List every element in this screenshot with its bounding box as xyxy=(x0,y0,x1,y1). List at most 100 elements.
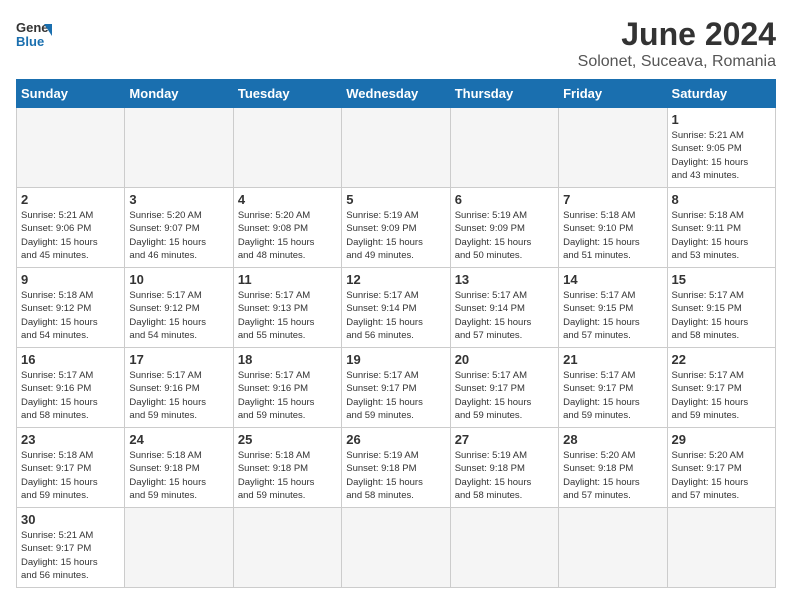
day-info: Sunrise: 5:17 AM Sunset: 9:15 PM Dayligh… xyxy=(672,289,771,342)
calendar-cell: 2 Sunrise: 5:21 AM Sunset: 9:06 PM Daylig… xyxy=(17,188,125,268)
calendar-cell: 25 Sunrise: 5:18 AM Sunset: 9:18 PM Dayli… xyxy=(233,428,341,508)
day-info: Sunrise: 5:17 AM Sunset: 9:17 PM Dayligh… xyxy=(563,369,662,422)
day-number: 14 xyxy=(563,272,662,287)
title-area: June 2024 Solonet, Suceava, Romania xyxy=(578,16,776,71)
day-info: Sunrise: 5:20 AM Sunset: 9:18 PM Dayligh… xyxy=(563,449,662,502)
calendar-cell: 30Sunrise: 5:21 AM Sunset: 9:17 PM Dayli… xyxy=(17,508,125,588)
calendar-week-row: 16 Sunrise: 5:17 AM Sunset: 9:16 PM Dayli… xyxy=(17,348,776,428)
calendar-cell: 24 Sunrise: 5:18 AM Sunset: 9:18 PM Dayli… xyxy=(125,428,233,508)
day-number: 25 xyxy=(238,432,337,447)
calendar-title: June 2024 xyxy=(578,16,776,53)
calendar-cell xyxy=(342,508,450,588)
calendar-cell: 27 Sunrise: 5:19 AM Sunset: 9:18 PM Dayli… xyxy=(450,428,558,508)
day-info: Sunrise: 5:18 AM Sunset: 9:18 PM Dayligh… xyxy=(129,449,228,502)
calendar-cell: 4Sunrise: 5:20 AM Sunset: 9:08 PM Daylig… xyxy=(233,188,341,268)
calendar-cell: 19Sunrise: 5:17 AM Sunset: 9:17 PM Dayli… xyxy=(342,348,450,428)
day-info: Sunrise: 5:17 AM Sunset: 9:15 PM Dayligh… xyxy=(563,289,662,342)
day-number: 21 xyxy=(563,352,662,367)
calendar-cell xyxy=(233,508,341,588)
calendar-cell: 10Sunrise: 5:17 AM Sunset: 9:12 PM Dayli… xyxy=(125,268,233,348)
weekday-header-row: SundayMondayTuesdayWednesdayThursdayFrid… xyxy=(17,80,776,108)
day-info: Sunrise: 5:18 AM Sunset: 9:12 PM Dayligh… xyxy=(21,289,120,342)
day-info: Sunrise: 5:17 AM Sunset: 9:13 PM Dayligh… xyxy=(238,289,337,342)
calendar-cell xyxy=(559,508,667,588)
calendar-cell xyxy=(342,108,450,188)
calendar-cell: 8 Sunrise: 5:18 AM Sunset: 9:11 PM Daylig… xyxy=(667,188,775,268)
day-info: Sunrise: 5:17 AM Sunset: 9:16 PM Dayligh… xyxy=(21,369,120,422)
calendar-cell: 5Sunrise: 5:19 AM Sunset: 9:09 PM Daylig… xyxy=(342,188,450,268)
day-number: 30 xyxy=(21,512,120,527)
day-number: 13 xyxy=(455,272,554,287)
day-number: 23 xyxy=(21,432,120,447)
calendar-subtitle: Solonet, Suceava, Romania xyxy=(578,53,776,71)
weekday-header-monday: Monday xyxy=(125,80,233,108)
day-info: Sunrise: 5:18 AM Sunset: 9:18 PM Dayligh… xyxy=(238,449,337,502)
calendar-cell: 21 Sunrise: 5:17 AM Sunset: 9:17 PM Dayli… xyxy=(559,348,667,428)
calendar-week-row: 23 Sunrise: 5:18 AM Sunset: 9:17 PM Dayli… xyxy=(17,428,776,508)
calendar-cell: 11 Sunrise: 5:17 AM Sunset: 9:13 PM Dayli… xyxy=(233,268,341,348)
day-info: Sunrise: 5:21 AM Sunset: 9:06 PM Dayligh… xyxy=(21,209,120,262)
calendar-cell xyxy=(233,108,341,188)
calendar-cell: 28 Sunrise: 5:20 AM Sunset: 9:18 PM Dayli… xyxy=(559,428,667,508)
weekday-header-wednesday: Wednesday xyxy=(342,80,450,108)
day-info: Sunrise: 5:17 AM Sunset: 9:17 PM Dayligh… xyxy=(455,369,554,422)
day-number: 26 xyxy=(346,432,445,447)
calendar-cell: 26 Sunrise: 5:19 AM Sunset: 9:18 PM Dayli… xyxy=(342,428,450,508)
logo: General Blue xyxy=(16,16,52,52)
calendar-table: SundayMondayTuesdayWednesdayThursdayFrid… xyxy=(16,79,776,588)
calendar-cell: 14 Sunrise: 5:17 AM Sunset: 9:15 PM Dayli… xyxy=(559,268,667,348)
calendar-cell: 18 Sunrise: 5:17 AM Sunset: 9:16 PM Dayli… xyxy=(233,348,341,428)
calendar-cell: 1Sunrise: 5:21 AM Sunset: 9:05 PM Daylig… xyxy=(667,108,775,188)
day-info: Sunrise: 5:17 AM Sunset: 9:16 PM Dayligh… xyxy=(238,369,337,422)
day-number: 2 xyxy=(21,192,120,207)
calendar-cell: 3Sunrise: 5:20 AM Sunset: 9:07 PM Daylig… xyxy=(125,188,233,268)
day-number: 18 xyxy=(238,352,337,367)
day-number: 11 xyxy=(238,272,337,287)
day-info: Sunrise: 5:19 AM Sunset: 9:18 PM Dayligh… xyxy=(346,449,445,502)
weekday-header-friday: Friday xyxy=(559,80,667,108)
calendar-cell: 12 Sunrise: 5:17 AM Sunset: 9:14 PM Dayli… xyxy=(342,268,450,348)
day-info: Sunrise: 5:17 AM Sunset: 9:14 PM Dayligh… xyxy=(346,289,445,342)
day-number: 9 xyxy=(21,272,120,287)
day-number: 17 xyxy=(129,352,228,367)
day-number: 16 xyxy=(21,352,120,367)
day-info: Sunrise: 5:17 AM Sunset: 9:17 PM Dayligh… xyxy=(672,369,771,422)
calendar-cell xyxy=(17,108,125,188)
calendar-cell xyxy=(125,508,233,588)
day-info: Sunrise: 5:17 AM Sunset: 9:16 PM Dayligh… xyxy=(129,369,228,422)
calendar-cell xyxy=(450,508,558,588)
day-number: 29 xyxy=(672,432,771,447)
day-number: 3 xyxy=(129,192,228,207)
day-number: 8 xyxy=(672,192,771,207)
calendar-cell xyxy=(667,508,775,588)
svg-text:Blue: Blue xyxy=(16,34,44,49)
calendar-week-row: 30Sunrise: 5:21 AM Sunset: 9:17 PM Dayli… xyxy=(17,508,776,588)
calendar-cell: 6Sunrise: 5:19 AM Sunset: 9:09 PM Daylig… xyxy=(450,188,558,268)
weekday-header-thursday: Thursday xyxy=(450,80,558,108)
day-info: Sunrise: 5:19 AM Sunset: 9:18 PM Dayligh… xyxy=(455,449,554,502)
day-number: 10 xyxy=(129,272,228,287)
day-info: Sunrise: 5:18 AM Sunset: 9:11 PM Dayligh… xyxy=(672,209,771,262)
calendar-cell xyxy=(450,108,558,188)
day-info: Sunrise: 5:18 AM Sunset: 9:17 PM Dayligh… xyxy=(21,449,120,502)
logo-icon: General Blue xyxy=(16,16,52,52)
weekday-header-sunday: Sunday xyxy=(17,80,125,108)
day-number: 27 xyxy=(455,432,554,447)
calendar-cell: 13Sunrise: 5:17 AM Sunset: 9:14 PM Dayli… xyxy=(450,268,558,348)
calendar-cell: 7Sunrise: 5:18 AM Sunset: 9:10 PM Daylig… xyxy=(559,188,667,268)
day-info: Sunrise: 5:17 AM Sunset: 9:17 PM Dayligh… xyxy=(346,369,445,422)
day-info: Sunrise: 5:20 AM Sunset: 9:17 PM Dayligh… xyxy=(672,449,771,502)
day-number: 15 xyxy=(672,272,771,287)
day-number: 28 xyxy=(563,432,662,447)
calendar-week-row: 9 Sunrise: 5:18 AM Sunset: 9:12 PM Daylig… xyxy=(17,268,776,348)
day-number: 1 xyxy=(672,112,771,127)
calendar-cell: 22Sunrise: 5:17 AM Sunset: 9:17 PM Dayli… xyxy=(667,348,775,428)
calendar-cell: 9 Sunrise: 5:18 AM Sunset: 9:12 PM Daylig… xyxy=(17,268,125,348)
calendar-cell: 15 Sunrise: 5:17 AM Sunset: 9:15 PM Dayli… xyxy=(667,268,775,348)
day-number: 12 xyxy=(346,272,445,287)
weekday-header-saturday: Saturday xyxy=(667,80,775,108)
day-number: 24 xyxy=(129,432,228,447)
header: General Blue June 2024 Solonet, Suceava,… xyxy=(16,16,776,71)
day-info: Sunrise: 5:18 AM Sunset: 9:10 PM Dayligh… xyxy=(563,209,662,262)
day-number: 4 xyxy=(238,192,337,207)
